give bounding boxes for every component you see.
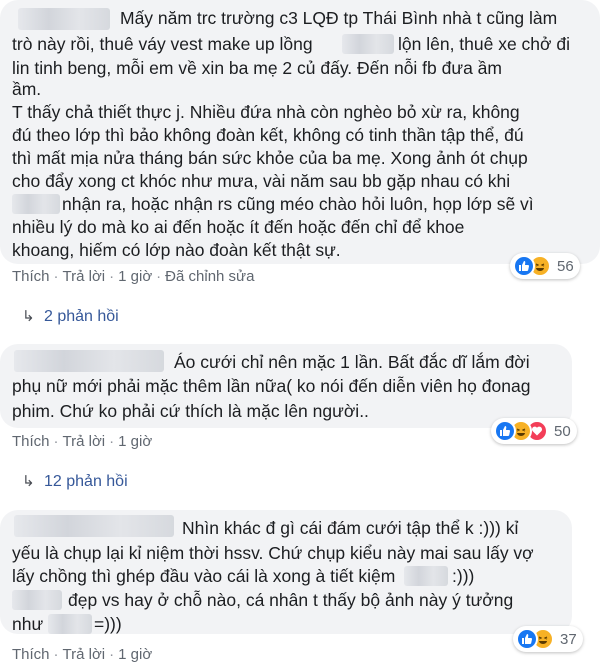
comment-text-line: ầm.: [12, 79, 42, 99]
comment-text-line: phim. Chứ ko phải cứ thích là mặc lên ng…: [12, 401, 369, 421]
comment-text-line: Mấy năm trc trường c3 LQĐ tp Thái Bình n…: [120, 8, 558, 28]
comment-text-line: thì mất mịa nửa tháng bán sức khỏe của b…: [12, 148, 528, 168]
timestamp: 1 giờ: [118, 433, 153, 450]
reaction-summary[interactable]: 56: [510, 253, 580, 279]
comment-text-line: nhận ra, hoặc nhận rs cũng méo chào hỏi …: [62, 194, 534, 214]
blurred-username: [14, 350, 164, 372]
comment-actions: Thích · Trả lời · 1 giờ: [12, 433, 153, 450]
comment-text-line: Áo cưới chỉ nên mặc 1 lần. Bất đắc dĩ lắ…: [174, 352, 530, 372]
reaction-summary[interactable]: 50: [491, 418, 577, 444]
comment-text-line: T thấy chả thiết thực j. Nhiều đứa nhà c…: [12, 102, 520, 122]
comment-text-line: lộn lên, thuê xe chở đi: [398, 34, 571, 54]
like-link[interactable]: Thích: [12, 646, 50, 663]
timestamp: 1 giờ: [118, 268, 153, 285]
reply-link[interactable]: Trả lời: [63, 646, 106, 663]
comment-text-line: :))): [452, 566, 475, 586]
like-link[interactable]: Thích: [12, 268, 50, 285]
reply-link[interactable]: Trả lời: [63, 268, 106, 285]
like-reaction-icon: [494, 420, 516, 442]
reaction-count: 56: [557, 257, 574, 275]
comment-actions: Thích · Trả lời · 1 giờ · Đã chỉnh sửa: [12, 268, 255, 285]
reply-arrow-icon: ↳: [22, 473, 35, 490]
comment-text-line: =))): [94, 614, 122, 634]
reaction-summary[interactable]: 37: [513, 626, 583, 652]
blurred-username: [18, 8, 110, 30]
like-link[interactable]: Thích: [12, 433, 50, 450]
comment-actions: Thích · Trả lời · 1 giờ: [12, 646, 153, 663]
timestamp: 1 giờ: [118, 646, 153, 663]
comment-text-line: đẹp vs hay ở chỗ nào, cá nhân t thấy bộ …: [68, 590, 514, 610]
like-reaction-icon: [516, 628, 538, 650]
reaction-count: 50: [554, 422, 571, 440]
like-reaction-icon: [513, 255, 535, 277]
comment-text-line: lin tinh beng, mỗi em về xin ba mẹ 2 củ …: [12, 58, 502, 78]
reply-arrow-icon: ↳: [22, 308, 35, 325]
comment-text-line: đú theo lớp thì bảo không đoàn kết, khôn…: [12, 125, 524, 145]
comment-text-line: cho đẩy xong ct khóc như mưa, vài năm sa…: [12, 171, 511, 191]
blurred-text: [12, 194, 60, 214]
blurred-username: [14, 515, 174, 537]
view-replies-link[interactable]: ↳ 12 phản hồi: [22, 472, 128, 491]
comment-text-line: Nhìn khác đ gì cái đám cưới tập thể k :)…: [182, 518, 519, 538]
blurred-text: [12, 590, 62, 610]
comment-text-line: nhiều lý do mà ko ai đến hoặc ít đến hoặ…: [12, 217, 465, 237]
reply-link[interactable]: Trả lời: [63, 433, 106, 450]
edited-label: Đã chỉnh sửa: [165, 268, 255, 285]
view-replies-link[interactable]: ↳ 2 phản hồi: [22, 307, 119, 326]
comment-text-line: khoang, hiếm có lớp nào đoàn kết thật sự…: [12, 240, 341, 260]
comment-text-line: lấy chồng thì ghép đầu vào cái là xong à…: [12, 566, 396, 586]
comment-text-line: yếu là chụp lại kỉ niệm thời hssv. Chứ c…: [12, 543, 534, 563]
blurred-text: [48, 614, 92, 634]
reaction-count: 37: [560, 630, 577, 648]
blurred-text: [342, 34, 394, 54]
comment-text-line: như: [12, 614, 44, 634]
blurred-text: [404, 566, 448, 586]
comment-text-line: trò này rồi, thuê váy vest make up lồng: [12, 34, 313, 54]
comment-text-line: phụ nữ mới phải mặc thêm lần nữa( ko nói…: [12, 376, 531, 396]
